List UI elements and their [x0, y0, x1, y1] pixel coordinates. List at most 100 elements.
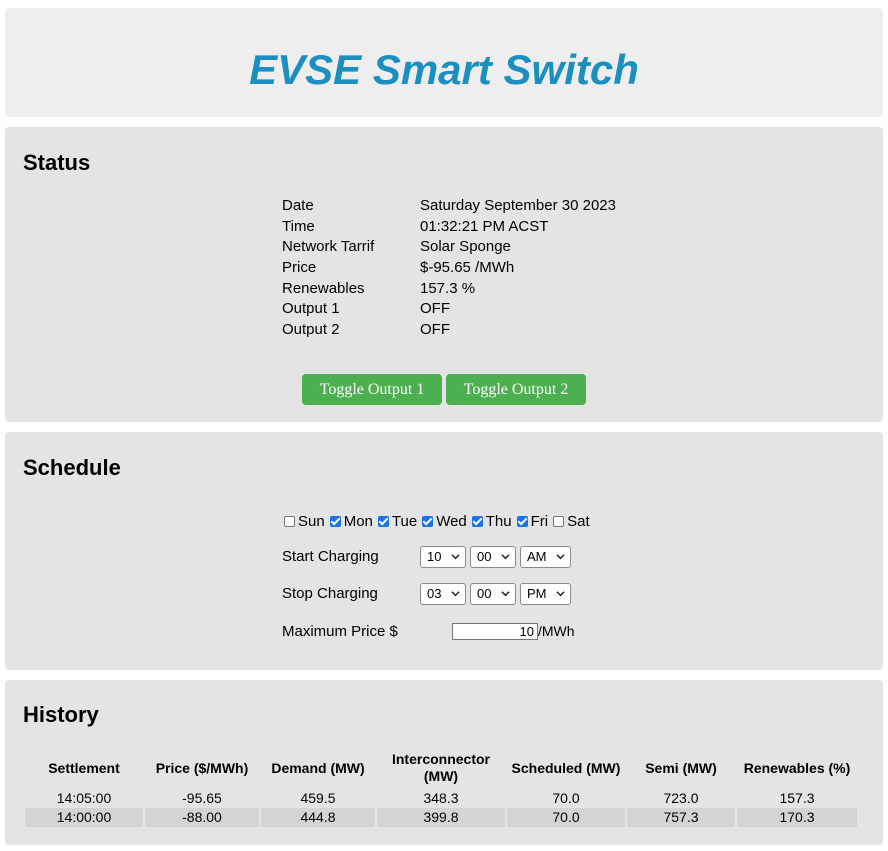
- max-price-unit: /MWh: [538, 623, 575, 639]
- toggle-output-1-button[interactable]: Toggle Output 1: [302, 374, 442, 405]
- chevron-down-icon: [501, 554, 510, 560]
- day-label: Mon: [343, 512, 373, 530]
- table-cell: 14:00:00: [25, 808, 143, 827]
- status-panel: Status Date Saturday September 30 2023 T…: [5, 127, 883, 422]
- select-value: PM: [527, 586, 547, 601]
- checkbox[interactable]: [284, 515, 295, 527]
- start-minute-select[interactable]: 00: [470, 546, 516, 568]
- schedule-panel: Schedule Sun Mon Tue Wed Thu Fri Sat Sta…: [5, 432, 883, 670]
- day-mon[interactable]: Mon: [329, 512, 373, 530]
- table-cell: -88.00: [145, 808, 259, 827]
- checkbox[interactable]: [422, 515, 434, 527]
- status-label: Date: [282, 197, 314, 215]
- history-title: History: [23, 702, 99, 727]
- table-cell: 70.0: [507, 808, 625, 827]
- status-value: Solar Sponge: [420, 238, 511, 256]
- checkbox[interactable]: [329, 515, 341, 527]
- table-cell: 157.3: [779, 790, 815, 806]
- history-panel: History Settlement Price ($/MWh) Demand …: [5, 680, 883, 845]
- day-thu[interactable]: Thu: [471, 512, 512, 530]
- checkbox[interactable]: [553, 515, 565, 527]
- status-row-tariff: Network Tarrif Solar Sponge: [282, 237, 616, 258]
- column-header: Settlement: [48, 759, 120, 776]
- stop-minute-select[interactable]: 00: [470, 583, 516, 605]
- table-cell: 757.3: [627, 808, 735, 827]
- stop-charging-label: Stop Charging: [282, 585, 378, 602]
- toggle-output-2-button[interactable]: Toggle Output 2: [446, 374, 586, 405]
- checkbox[interactable]: [377, 515, 389, 527]
- select-value: 03: [427, 586, 442, 601]
- checkbox[interactable]: [471, 515, 483, 527]
- column-header: Scheduled (MW): [511, 759, 621, 776]
- stop-hour-select[interactable]: 03: [420, 583, 466, 605]
- status-value: 01:32:21 PM ACST: [420, 217, 549, 235]
- day-tue[interactable]: Tue: [377, 512, 418, 530]
- day-checkboxes: Sun Mon Tue Wed Thu Fri Sat: [284, 512, 595, 530]
- start-ampm-select[interactable]: AM: [520, 546, 571, 568]
- chevron-down-icon: [556, 554, 565, 560]
- page-title: EVSE Smart Switch: [249, 46, 639, 93]
- history-table: Settlement Price ($/MWh) Demand (MW) Int…: [23, 747, 859, 827]
- table-cell: 444.8: [261, 808, 375, 827]
- day-label: Tue: [391, 512, 418, 530]
- status-row-price: Price $-95.65 /MWh: [282, 258, 616, 279]
- start-hour-select[interactable]: 10: [420, 546, 466, 568]
- status-label: Network Tarrif: [282, 238, 375, 256]
- day-sun[interactable]: Sun: [284, 513, 325, 530]
- chevron-down-icon: [501, 591, 510, 597]
- status-value: OFF: [420, 320, 450, 338]
- status-row-date: Date Saturday September 30 2023: [282, 196, 616, 217]
- table-cell: 399.8: [377, 808, 505, 827]
- history-header-row: Settlement Price ($/MWh) Demand (MW) Int…: [25, 747, 857, 789]
- status-table: Date Saturday September 30 2023 Time 01:…: [282, 196, 616, 340]
- column-header: Semi (MW): [645, 759, 717, 776]
- status-label: Price: [282, 259, 317, 277]
- table-cell: 348.3: [423, 790, 459, 806]
- chevron-down-icon: [451, 554, 460, 560]
- column-header: Renewables (%): [743, 759, 851, 776]
- max-price-input[interactable]: 10: [452, 623, 538, 640]
- select-value: 10: [427, 549, 442, 564]
- status-row-output2: Output 2 OFF: [282, 320, 616, 341]
- chevron-down-icon: [451, 591, 460, 597]
- schedule-title: Schedule: [23, 455, 121, 480]
- status-row-time: Time 01:32:21 PM ACST: [282, 217, 616, 238]
- day-label: Wed: [436, 512, 467, 530]
- status-row-output1: Output 1 OFF: [282, 299, 616, 320]
- day-label: Thu: [485, 512, 512, 530]
- day-label: Fri: [530, 512, 549, 530]
- status-label: Time: [282, 217, 315, 235]
- day-label: Sat: [567, 512, 590, 530]
- status-row-renewables: Renewables 157.3 %: [282, 278, 616, 299]
- start-charging-label: Start Charging: [282, 548, 379, 565]
- status-value: OFF: [420, 300, 450, 318]
- status-value: Saturday September 30 2023: [420, 197, 616, 215]
- chevron-down-icon: [556, 591, 565, 597]
- column-header: Interconnector (MW): [391, 751, 490, 784]
- status-label: Output 2: [282, 320, 340, 338]
- checkbox[interactable]: [516, 515, 528, 527]
- column-header: Demand (MW): [271, 759, 365, 776]
- table-cell: 723.0: [663, 790, 699, 806]
- stop-ampm-select[interactable]: PM: [520, 583, 571, 605]
- day-wed[interactable]: Wed: [422, 513, 467, 530]
- status-value: $-95.65 /MWh: [420, 259, 515, 277]
- column-header: Price ($/MWh): [155, 759, 249, 776]
- table-cell: 170.3: [737, 808, 857, 827]
- status-value: 157.3 %: [420, 279, 476, 297]
- table-cell: 70.0: [552, 790, 580, 806]
- day-fri[interactable]: Fri: [516, 512, 549, 530]
- table-cell: 14:05:00: [56, 790, 112, 806]
- status-label: Output 1: [282, 300, 340, 318]
- select-value: 00: [477, 549, 492, 564]
- max-price-label: Maximum Price $: [282, 623, 398, 640]
- day-label: Sun: [298, 512, 325, 530]
- select-value: 00: [477, 586, 492, 601]
- header-panel: EVSE Smart Switch: [5, 8, 883, 117]
- select-value: AM: [527, 549, 547, 564]
- table-row: 14:00:00 -88.00 444.8 399.8 70.0 757.3 1…: [25, 808, 857, 827]
- status-label: Renewables: [282, 279, 365, 297]
- status-title: Status: [23, 150, 91, 175]
- day-sat[interactable]: Sat: [553, 513, 590, 530]
- table-cell: -95.65: [182, 790, 222, 806]
